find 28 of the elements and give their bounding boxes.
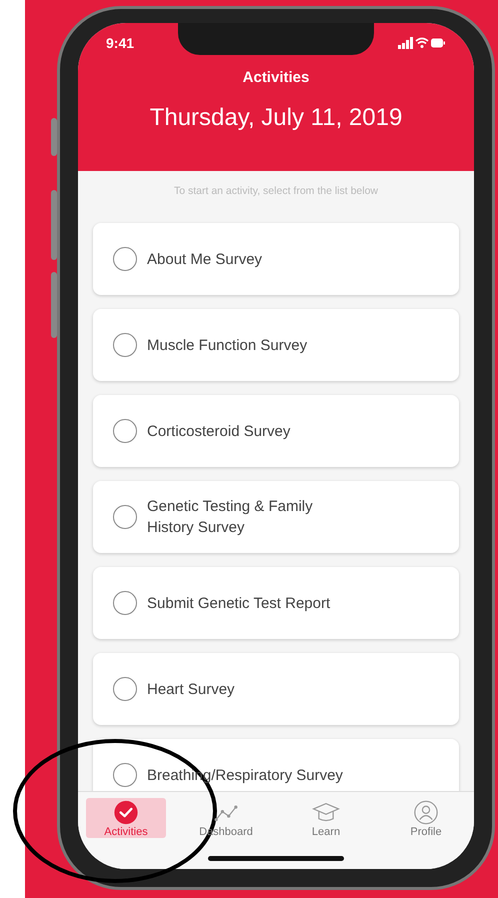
tab[interactable]: Profile (386, 798, 466, 838)
profile-icon (412, 800, 440, 825)
radio-circle[interactable] (113, 591, 137, 615)
activity-label: Genetic Testing & Family History Survey (147, 497, 314, 538)
activity-label: Heart Survey (147, 680, 235, 700)
activity-label: About Me Survey (147, 250, 262, 270)
radio-circle[interactable] (113, 419, 137, 443)
radio-circle[interactable] (113, 763, 137, 787)
activity-card[interactable]: Corticosteroid Survey (93, 395, 459, 467)
screen-title: Activities (242, 69, 310, 86)
activity-label: Muscle Function Survey (147, 336, 308, 356)
date-heading: Thursday, July 11, 2019 (148, 104, 404, 132)
checkmark-icon (112, 800, 140, 825)
status-icons (398, 37, 446, 49)
instruction-text: To start an activity, select from the list below (172, 185, 380, 197)
activity-card[interactable]: Heart Survey (93, 653, 459, 725)
activity-card[interactable]: Muscle Function Survey (93, 309, 459, 381)
radio-circle[interactable] (113, 333, 137, 357)
tab[interactable]: Learn (286, 798, 366, 838)
activity-label: Corticosteroid Survey (147, 422, 290, 442)
activity-label: Submit Genetic Test Report (147, 594, 330, 614)
radio-circle[interactable] (113, 505, 137, 529)
radio-circle[interactable] (113, 247, 137, 271)
activity-card[interactable]: About Me Survey (93, 223, 459, 295)
radio-circle[interactable] (113, 677, 137, 701)
activity-card[interactable]: Genetic Testing & Family History Survey (93, 481, 459, 553)
status-time: 9:41 (106, 35, 134, 51)
activity-card[interactable]: Submit Genetic Test Report (93, 567, 459, 639)
